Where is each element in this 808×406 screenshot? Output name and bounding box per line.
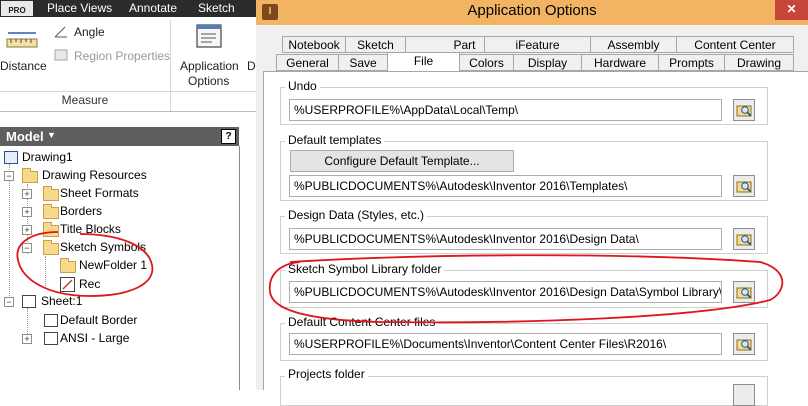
application-options-icon bbox=[196, 24, 222, 48]
folder-icon bbox=[43, 240, 59, 255]
tree-label: Title Blocks bbox=[60, 222, 121, 236]
symbol-library-path-field[interactable]: %PUBLICDOCUMENTS%\Autodesk\Inventor 2016… bbox=[289, 281, 722, 303]
distance-button[interactable]: Distance bbox=[0, 22, 47, 78]
tree-label: Sketch Symbols bbox=[60, 240, 147, 254]
default-templates-label: Default templates bbox=[285, 133, 385, 147]
dialog-title: Application Options bbox=[467, 2, 597, 19]
tree-label: Rec bbox=[79, 277, 101, 291]
distance-label: Distance bbox=[0, 59, 47, 73]
browse-folder-icon bbox=[736, 287, 752, 299]
expand-icon[interactable]: + bbox=[22, 225, 32, 235]
folder-icon bbox=[43, 186, 59, 201]
group-divider bbox=[170, 20, 171, 112]
tree-label: Sheet Formats bbox=[60, 186, 139, 200]
tree-label: Drawing Resources bbox=[42, 168, 147, 182]
folder-icon bbox=[43, 222, 59, 237]
tab-hardware[interactable]: Hardware bbox=[581, 54, 659, 71]
angle-icon bbox=[54, 26, 67, 38]
ruler-icon bbox=[6, 32, 38, 48]
browse-button[interactable] bbox=[733, 281, 755, 303]
browser-title[interactable]: Model bbox=[6, 129, 44, 144]
configure-default-template-button[interactable]: Configure Default Template... bbox=[290, 150, 514, 172]
expand-icon[interactable]: + bbox=[22, 334, 32, 344]
browse-folder-icon bbox=[736, 105, 752, 117]
templates-path-field[interactable]: %PUBLICDOCUMENTS%\Autodesk\Inventor 2016… bbox=[289, 175, 722, 197]
browser-header[interactable]: Model ▼ ? bbox=[0, 127, 239, 146]
tree-label: Borders bbox=[60, 204, 103, 218]
folder-icon bbox=[22, 168, 38, 183]
tab-drawing[interactable]: Drawing bbox=[724, 54, 794, 71]
tab-general[interactable]: General bbox=[276, 54, 339, 71]
collapse-icon[interactable]: − bbox=[4, 297, 14, 307]
browse-button[interactable] bbox=[733, 99, 755, 121]
tree-label: Default Border bbox=[60, 313, 138, 327]
truncated-ribbon-label: D bbox=[247, 59, 256, 73]
browse-button[interactable] bbox=[733, 384, 755, 406]
expand-icon[interactable]: + bbox=[22, 207, 32, 217]
tab-colors[interactable]: Colors bbox=[459, 54, 514, 71]
application-options-button[interactable]: Application Options bbox=[174, 20, 246, 90]
expand-icon[interactable]: + bbox=[22, 189, 32, 199]
collapse-icon[interactable]: − bbox=[22, 243, 32, 253]
region-properties-icon bbox=[54, 49, 68, 61]
close-button[interactable]: ✕ bbox=[775, 0, 808, 20]
tab-place-views[interactable]: Place Views bbox=[47, 0, 112, 17]
ribbon-separator bbox=[0, 91, 256, 92]
drawing-icon bbox=[4, 151, 18, 164]
chevron-down-icon[interactable]: ▼ bbox=[47, 130, 56, 140]
region-properties-button[interactable]: Region Properties bbox=[74, 49, 170, 63]
tab-ifeature[interactable]: iFeature bbox=[484, 36, 591, 53]
pro-badge[interactable]: PRO bbox=[1, 1, 33, 16]
projects-folder-label: Projects folder bbox=[285, 367, 368, 381]
application-options-label-1: Application bbox=[180, 59, 239, 73]
border-icon bbox=[44, 314, 58, 327]
ribbon-bottom-border bbox=[0, 111, 256, 112]
tree-label: Sheet:1 bbox=[41, 294, 83, 308]
tab-prompts[interactable]: Prompts bbox=[658, 54, 725, 71]
tab-assembly[interactable]: Assembly bbox=[590, 36, 677, 53]
tab-file[interactable]: File bbox=[387, 52, 460, 71]
tab-annotate[interactable]: Annotate bbox=[129, 0, 177, 17]
tree-label: Drawing1 bbox=[22, 150, 73, 164]
sketch-symbol-icon bbox=[60, 277, 75, 292]
folder-icon bbox=[60, 258, 76, 273]
tab-save[interactable]: Save bbox=[338, 54, 388, 71]
tree-label: NewFolder 1 bbox=[79, 258, 148, 272]
sheet-icon bbox=[22, 295, 36, 308]
content-center-label: Default Content Center files bbox=[285, 315, 439, 329]
tab-content-center[interactable]: Content Center bbox=[676, 36, 794, 53]
angle-button[interactable]: Angle bbox=[74, 25, 105, 39]
design-data-path-field[interactable]: %PUBLICDOCUMENTS%\Autodesk\Inventor 2016… bbox=[289, 228, 722, 250]
collapse-icon[interactable]: − bbox=[4, 171, 14, 181]
browse-folder-icon bbox=[736, 181, 752, 193]
tab-sketch[interactable]: Sketch bbox=[198, 0, 235, 17]
content-center-path-field[interactable]: %USERPROFILE%\Documents\Inventor\Content… bbox=[289, 333, 722, 355]
title-block-icon bbox=[44, 332, 58, 345]
browse-button[interactable] bbox=[733, 333, 755, 355]
folder-icon bbox=[43, 204, 59, 219]
tab-display[interactable]: Display bbox=[513, 54, 582, 71]
browse-button[interactable] bbox=[733, 228, 755, 250]
browse-button[interactable] bbox=[733, 175, 755, 197]
undo-label: Undo bbox=[285, 79, 320, 93]
undo-path-field[interactable]: %USERPROFILE%\AppData\Local\Temp\ bbox=[289, 99, 722, 121]
tab-sketch[interactable]: Sketch bbox=[345, 36, 406, 53]
tab-notebook[interactable]: Notebook bbox=[282, 36, 346, 53]
browse-folder-icon bbox=[736, 234, 752, 246]
browse-folder-icon bbox=[736, 339, 752, 351]
tree-label: ANSI - Large bbox=[60, 331, 130, 345]
measure-group-label: Measure bbox=[61, 93, 109, 107]
design-data-label: Design Data (Styles, etc.) bbox=[285, 208, 428, 222]
help-icon[interactable]: ? bbox=[221, 129, 236, 144]
sketch-symbol-library-label: Sketch Symbol Library folder bbox=[285, 262, 445, 276]
application-options-label-2: Options bbox=[188, 74, 230, 88]
